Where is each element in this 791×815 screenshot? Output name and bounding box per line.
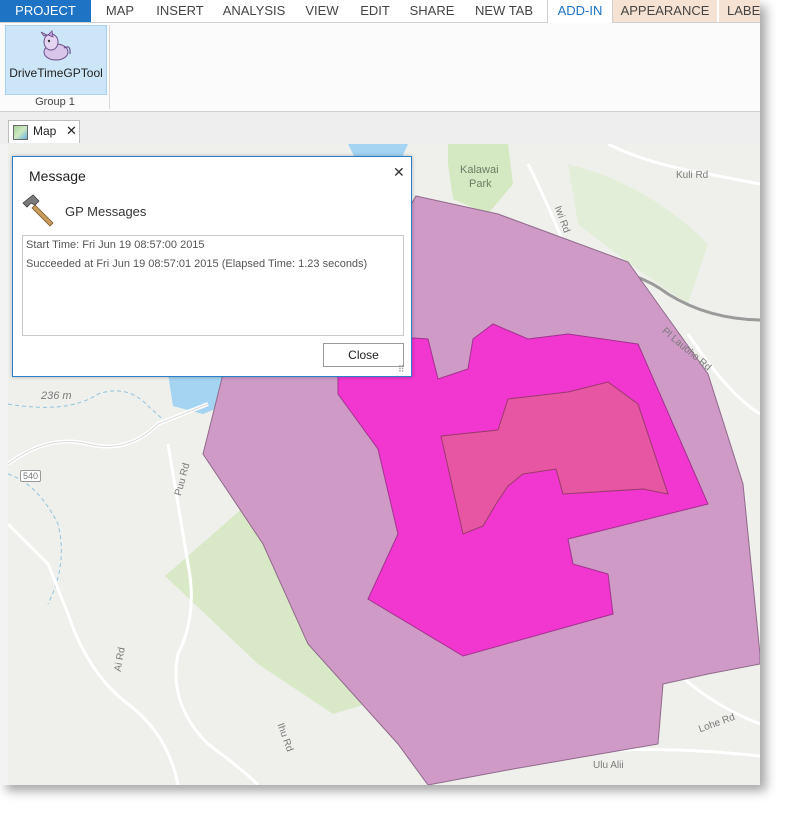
road-label-ulu-alii: Ulu Alii [593,760,624,771]
map-icon [13,125,28,140]
map-tab-label: Map [33,124,57,138]
map-view-tab[interactable]: Map ✕ [8,120,80,143]
route-540 [8,522,70,615]
dialog-close-icon[interactable]: ✕ [393,164,405,181]
tab-add-in[interactable]: ADD-IN [547,0,613,23]
tab-appearance[interactable]: APPEARANCE [613,0,717,22]
message-line: Start Time: Fri Jun 19 08:57:00 2015 [26,239,205,251]
dialog-title: Message [29,168,86,184]
ribbon-tabs: PROJECT MAP INSERT ANALYSIS VIEW EDIT SH… [0,0,760,23]
close-button[interactable]: Close [323,343,404,367]
group-label: Group 1 [35,96,75,108]
tab-labeling[interactable]: LABE [719,0,760,22]
road-edge [8,403,209,465]
view-tab-strip: Map ✕ [0,112,760,144]
dialog-subtitle: GP Messages [65,204,147,219]
park-label-park: Park [469,178,492,190]
message-dialog: Message ✕ GP Messages Start Time: Fri Ju… [12,156,412,377]
stream-2 [8,473,62,605]
ribbon-panel: DriveTimeGPTool Group 1 [0,23,760,112]
tab-edit[interactable]: EDIT [352,0,398,22]
tab-insert[interactable]: INSERT [150,0,210,22]
group-separator [109,25,110,109]
tab-analysis[interactable]: ANALYSIS [216,0,292,22]
tab-project[interactable]: PROJECT [0,0,91,22]
stream [8,390,169,425]
ai-road [66,613,180,785]
tool-button-label: DriveTimeGPTool [9,66,103,80]
tab-map[interactable]: MAP [96,0,144,22]
hammer-icon [22,194,54,227]
route-shield: 540 [20,470,42,482]
messages-box: Start Time: Fri Jun 19 08:57:00 2015 Suc… [22,235,404,336]
unicorn-icon [40,30,71,61]
app-window: PROJECT MAP INSERT ANALYSIS VIEW EDIT SH… [0,0,760,785]
park-label-kalawai: Kalawai [460,164,499,176]
road [8,402,209,466]
tab-new-tab[interactable]: NEW TAB [466,0,542,22]
elevation-label: 236 m [41,390,72,402]
tab-share[interactable]: SHARE [404,0,460,22]
road-label-kuli: Kuli Rd [676,170,709,181]
resize-grip-icon[interactable]: ⠿ [398,364,405,375]
drive-time-gp-tool-button[interactable]: DriveTimeGPTool [5,25,107,95]
close-icon[interactable]: ✕ [66,123,77,139]
tab-view[interactable]: VIEW [298,0,346,22]
message-line: Succeeded at Fri Jun 19 08:57:01 2015 (E… [26,258,368,270]
